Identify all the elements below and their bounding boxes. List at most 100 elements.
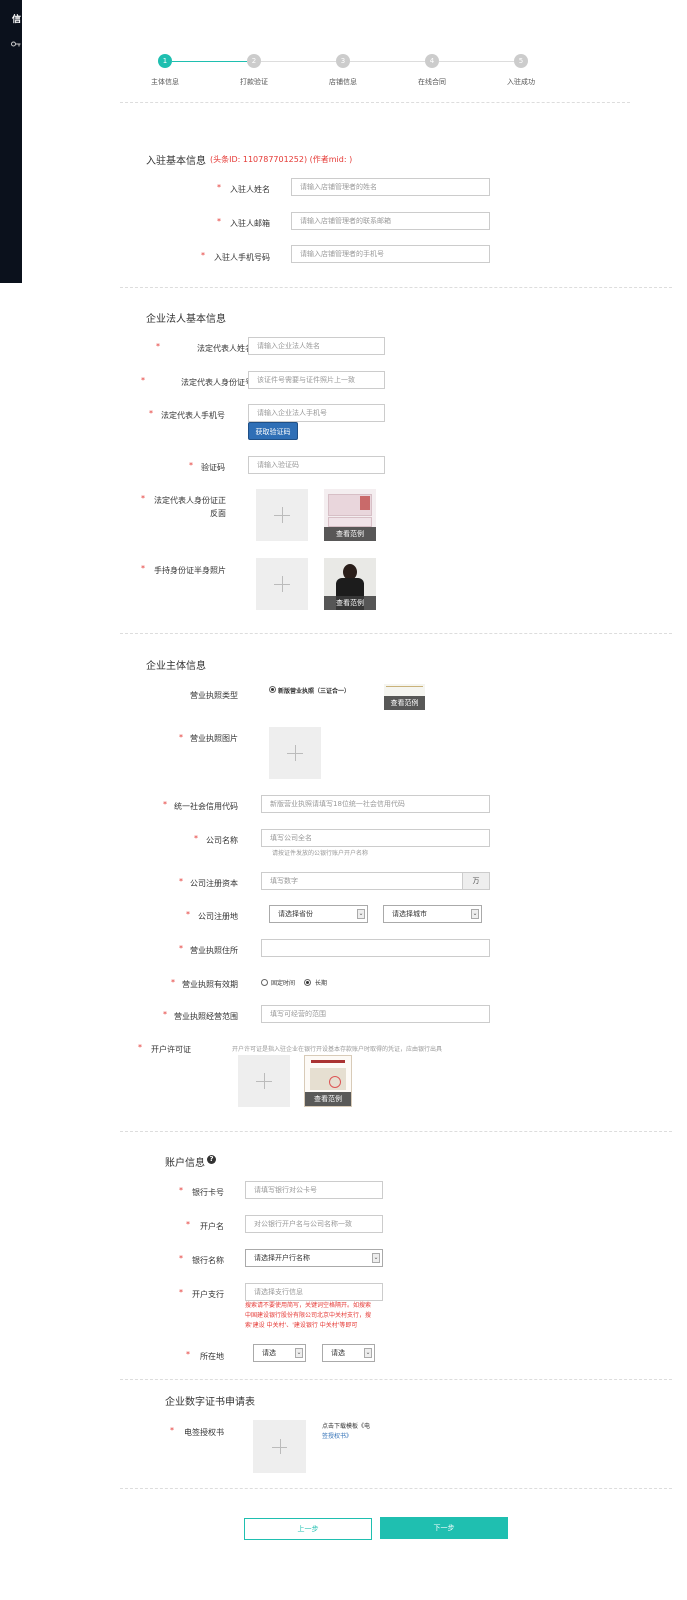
loc-label: 所在地 <box>200 1352 224 1361</box>
branch-hint-2: 中国建设银行股份有限公司北京中关村支行，搜 <box>245 1312 372 1319</box>
step-3-label: 店铺信息 <box>329 78 357 86</box>
example-caption: 查看范例 <box>384 696 425 710</box>
scope-label: 营业执照经营范围 <box>174 1012 238 1021</box>
applicant-phone-label: 入驻人手机号码 <box>214 253 270 262</box>
legal-phone-input[interactable]: 请输入企业法人手机号 <box>248 404 385 422</box>
step-1-circle: 1 <box>158 54 172 68</box>
branch-hint-3: 索'建设 中关村'、'建设银行 中关村'等即可 <box>245 1322 358 1329</box>
scope-input[interactable]: 填写可经营的范围 <box>261 1005 490 1023</box>
id-card-portrait <box>360 496 370 510</box>
city-select[interactable]: 请选择城市 ⌄ <box>383 905 482 923</box>
location-label: 公司注册地 <box>198 912 238 921</box>
loc-select-2[interactable]: 请选 ⌄ <box>322 1344 375 1362</box>
auth-upload[interactable] <box>253 1420 306 1473</box>
required-mark: * <box>138 1043 142 1052</box>
validity-label: 营业执照有效期 <box>182 980 238 989</box>
applicant-email-label: 入驻人邮箱 <box>230 219 270 228</box>
step-progress: 1 2 3 4 5 主体信息 打款验证 店铺信息 在线合同 入驻成功 <box>0 0 687 100</box>
applicant-email-input[interactable]: 请输入店铺管理者的联系邮箱 <box>291 212 490 230</box>
help-icon[interactable]: ? <box>207 1155 216 1164</box>
company-name-input[interactable]: 填写公司全名 <box>261 829 490 847</box>
step-1-label: 主体信息 <box>151 78 179 86</box>
permit-upload[interactable] <box>238 1055 290 1107</box>
chevron-down-icon: ⌄ <box>372 1253 380 1263</box>
capital-label: 公司注册资本 <box>190 879 238 888</box>
holder-input[interactable]: 对公银行开户名与公司名称一致 <box>245 1215 383 1233</box>
branch-label: 开户支行 <box>192 1290 224 1299</box>
bank-value: 请选择开户行名称 <box>254 1254 310 1262</box>
bank-label: 银行名称 <box>192 1256 224 1265</box>
legal-id-input[interactable]: 该证件号需要与证件照片上一致 <box>248 371 385 389</box>
permit-thumb-title <box>311 1060 345 1063</box>
credit-code-input[interactable]: 新版营业执照请填写18位统一社会信用代码 <box>261 795 490 813</box>
chevron-down-icon: ⌄ <box>471 909 479 919</box>
divider <box>120 1379 672 1380</box>
address-input[interactable] <box>261 939 490 957</box>
required-mark: * <box>141 376 145 385</box>
bank-select[interactable]: 请选择开户行名称 ⌄ <box>245 1249 383 1267</box>
license-type-example[interactable]: 查看范例 <box>384 684 425 710</box>
license-type-radio[interactable] <box>269 686 276 693</box>
step-connector <box>172 61 247 62</box>
province-value: 请选择省份 <box>278 910 313 918</box>
license-img-upload[interactable] <box>269 727 321 779</box>
applicant-name-label: 入驻人姓名 <box>230 185 270 194</box>
capital-input[interactable]: 填写数字 <box>261 872 463 890</box>
auth-label: 电签授权书 <box>184 1428 224 1437</box>
download-link[interactable]: 签授权书》 <box>322 1431 352 1440</box>
chevron-down-icon: ⌄ <box>364 1348 372 1358</box>
step-2-circle: 2 <box>247 54 261 68</box>
code-label: 验证码 <box>201 463 225 472</box>
divider <box>120 102 630 103</box>
license-img-label: 营业执照图片 <box>190 734 238 743</box>
step-connector <box>350 61 425 62</box>
code-input[interactable]: 请输入验证码 <box>248 456 385 474</box>
card-input[interactable]: 请填写银行对公卡号 <box>245 1181 383 1199</box>
step-3-circle: 3 <box>336 54 350 68</box>
id-card-back <box>328 517 372 527</box>
id-photo-example[interactable]: 查看范例 <box>324 489 376 541</box>
download-prefix: 点击下载模板《电 <box>322 1423 371 1430</box>
get-code-button[interactable]: 获取验证码 <box>248 422 298 440</box>
basic-section-subtitle: (头条ID: 110787701252) (作者mid: ) <box>210 155 353 164</box>
holder-label: 开户名 <box>200 1222 224 1231</box>
divider <box>120 287 672 288</box>
validity-fixed-radio[interactable] <box>261 979 268 986</box>
step-4-circle: 4 <box>425 54 439 68</box>
legal-phone-label: 法定代表人手机号 <box>161 411 225 420</box>
card-label: 银行卡号 <box>192 1188 224 1197</box>
city-value: 请选择城市 <box>392 910 427 918</box>
chevron-down-icon: ⌄ <box>357 909 365 919</box>
permit-label: 开户许可证 <box>151 1045 191 1054</box>
prev-button[interactable]: 上一步 <box>244 1518 372 1540</box>
permit-thumb-stamp <box>329 1076 341 1088</box>
id-photo-upload[interactable] <box>256 489 308 541</box>
id-photo-label: 法定代表人身份证正 <box>154 496 226 505</box>
license-type-label: 营业执照类型 <box>190 691 238 700</box>
required-mark: * <box>163 800 167 809</box>
loc-select-1[interactable]: 请选 ⌄ <box>253 1344 306 1362</box>
applicant-name-input[interactable]: 请输入店铺管理者的姓名 <box>291 178 490 196</box>
validity-fixed-label: 固定时间 <box>271 980 296 987</box>
step-connector <box>439 61 514 62</box>
legal-name-input[interactable]: 请输入企业法人姓名 <box>248 337 385 355</box>
legal-id-label: 法定代表人身份证号 <box>181 378 253 387</box>
credit-code-label: 统一社会信用代码 <box>174 802 238 811</box>
capital-unit: 万 <box>462 872 490 890</box>
step-connector <box>261 61 336 62</box>
province-select[interactable]: 请选择省份 ⌄ <box>269 905 368 923</box>
license-type-value: 新版营业执照（三证合一） <box>278 688 351 695</box>
company-name-label: 公司名称 <box>206 836 238 845</box>
permit-hint: 开户许可证是指入驻企业在银行开设基本存款账户时取得的凭证，应由银行出具 <box>232 1046 443 1053</box>
validity-long-radio[interactable] <box>304 979 311 986</box>
handheld-photo-upload[interactable] <box>256 558 308 610</box>
handheld-photo-example[interactable]: 查看范例 <box>324 558 376 610</box>
branch-input[interactable]: 请选择支行信息 <box>245 1283 383 1301</box>
download-text-1[interactable]: 点击下载模板《电 <box>322 1421 370 1430</box>
next-button[interactable]: 下一步 <box>380 1517 508 1539</box>
step-2-label: 打款验证 <box>240 78 268 86</box>
permit-example[interactable]: 查看范例 <box>304 1055 352 1107</box>
example-caption: 查看范例 <box>305 1092 351 1106</box>
address-label: 营业执照住所 <box>190 946 238 955</box>
applicant-phone-input[interactable]: 请输入店铺管理者的手机号 <box>291 245 490 263</box>
